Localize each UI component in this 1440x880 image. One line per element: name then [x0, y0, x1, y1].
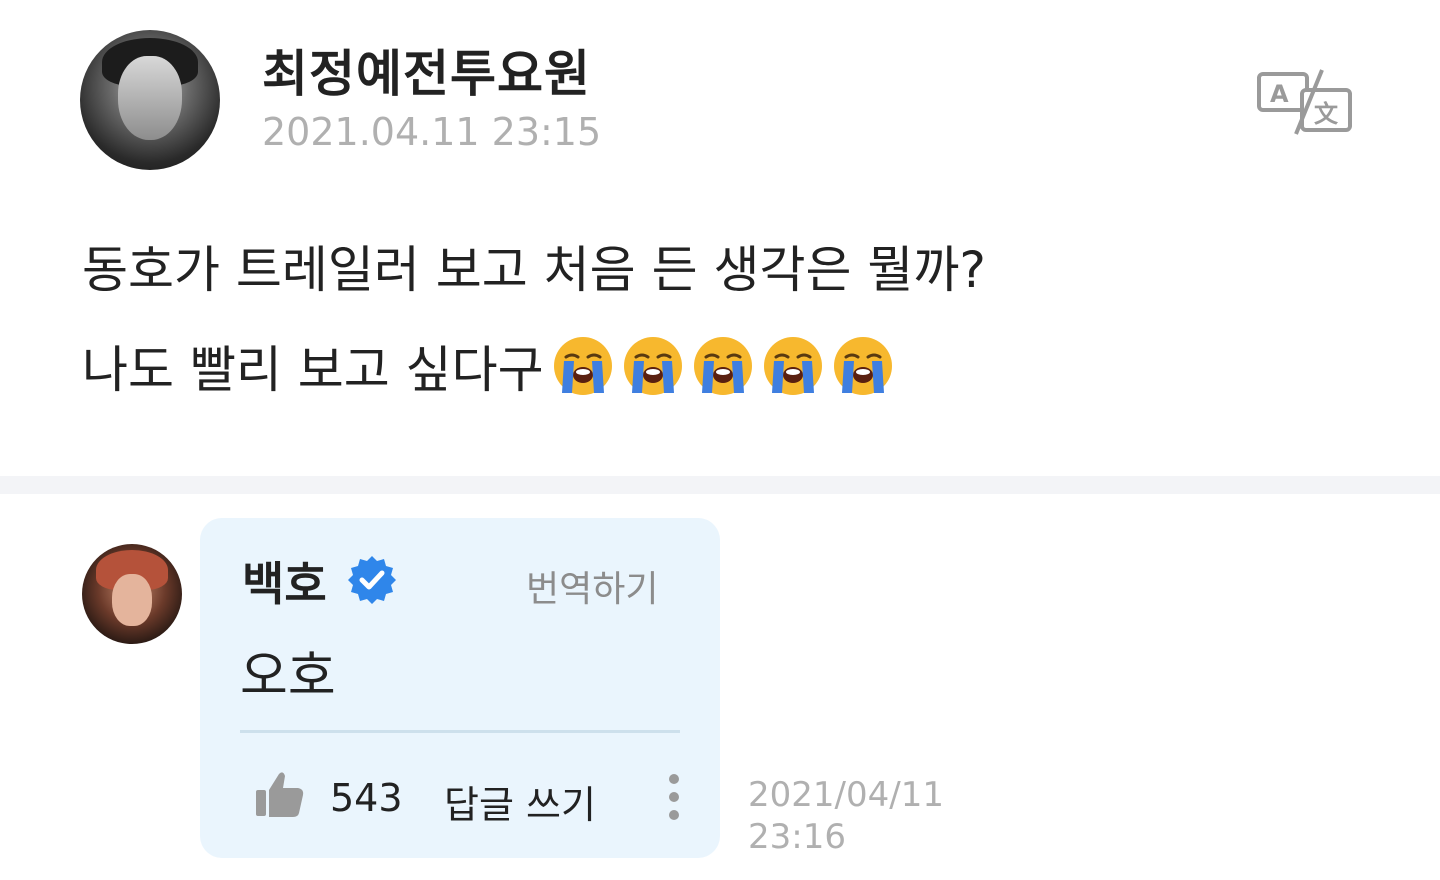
- comment-bubble: 백호 번역하기 오호 543 답글 쓰기: [200, 518, 720, 858]
- avatar-face: [112, 574, 152, 626]
- post-text-line-2: 나도 빨리 보고 싶다구: [82, 330, 894, 402]
- like-count: 543: [330, 776, 403, 820]
- more-vertical-icon[interactable]: [668, 772, 680, 822]
- post-text-line-1: 동호가 트레일러 보고 처음 든 생각은 뭘까?: [82, 241, 986, 299]
- thumbs-up-icon[interactable]: [254, 768, 306, 820]
- verified-badge-icon: [348, 556, 396, 604]
- comment-date: 2021/04/11: [748, 775, 944, 815]
- comment-text: 오호: [240, 647, 336, 707]
- avatar-face: [118, 56, 182, 140]
- comment-time: 23:16: [748, 817, 846, 857]
- svg-text:A: A: [1270, 80, 1289, 108]
- commenter-name[interactable]: 백호: [242, 548, 327, 614]
- post-text-line-2-text: 나도 빨리 보고 싶다구: [82, 341, 544, 399]
- emoji-row: [552, 335, 894, 397]
- reply-button[interactable]: 답글 쓰기: [444, 774, 596, 829]
- loudly-crying-face-icon: [833, 337, 892, 395]
- loudly-crying-face-icon: [553, 337, 612, 395]
- author-avatar[interactable]: [80, 30, 220, 170]
- translate-link[interactable]: 번역하기: [526, 560, 658, 612]
- loudly-crying-face-icon: [623, 337, 682, 395]
- bubble-separator: [240, 730, 680, 733]
- loudly-crying-face-icon: [693, 337, 752, 395]
- post-card: 최정예전투요원 2021.04.11 23:15 A 文 동호가 트레일러 보고…: [0, 0, 1440, 476]
- comment-timestamp: 2021/04/11 23:16: [748, 774, 944, 858]
- section-divider: [0, 476, 1440, 494]
- translate-icon[interactable]: A 文: [1256, 68, 1354, 136]
- post-author-name[interactable]: 최정예전투요원: [262, 34, 591, 106]
- loudly-crying-face-icon: [763, 337, 822, 395]
- post-timestamp: 2021.04.11 23:15: [262, 110, 602, 154]
- commenter-avatar[interactable]: [82, 544, 182, 644]
- svg-text:文: 文: [1314, 100, 1339, 128]
